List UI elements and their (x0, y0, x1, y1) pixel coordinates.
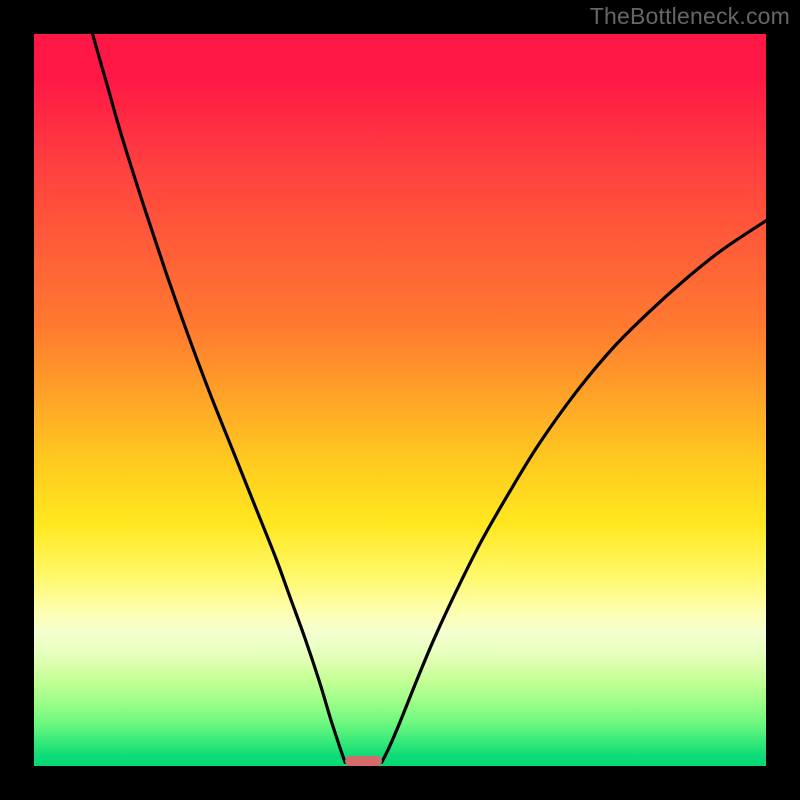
bottleneck-marker (345, 756, 382, 766)
chart-frame: TheBottleneck.com (0, 0, 800, 800)
left-branch-path (93, 34, 346, 762)
plot-area (34, 34, 766, 766)
curve-layer (34, 34, 766, 766)
right-branch-path (382, 221, 766, 763)
watermark-text: TheBottleneck.com (590, 3, 790, 30)
